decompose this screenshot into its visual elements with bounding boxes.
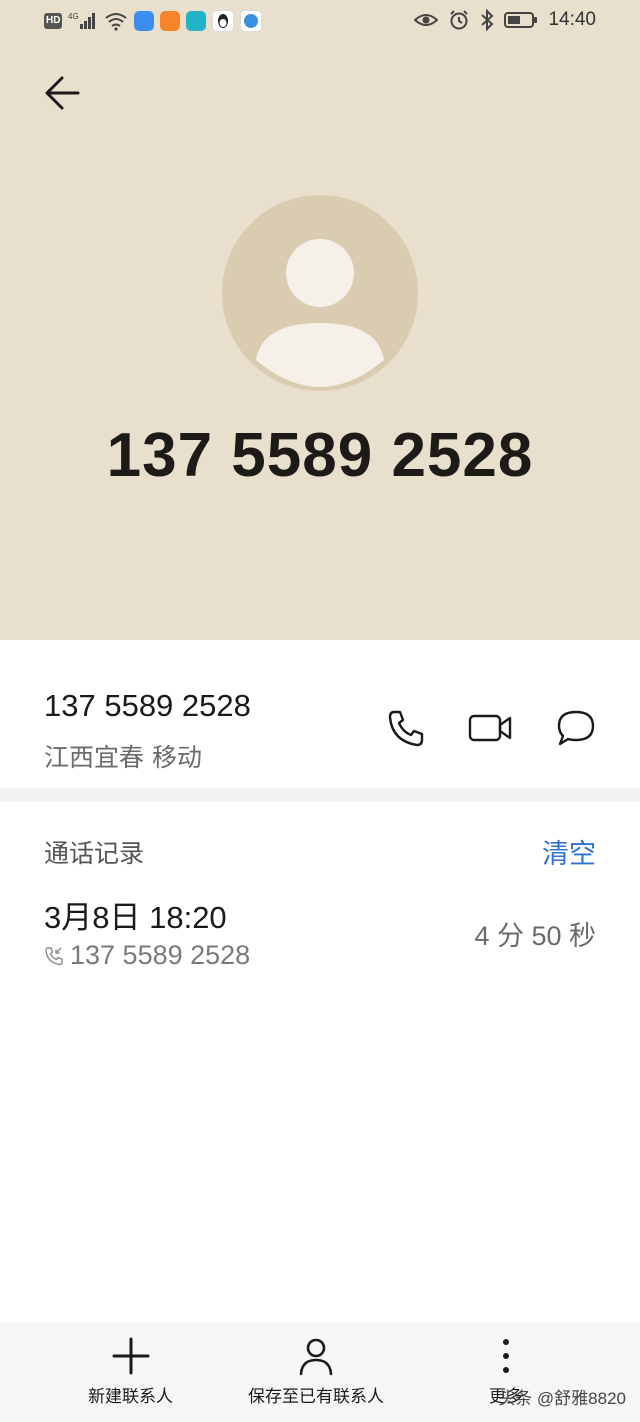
avatar (222, 195, 418, 391)
video-app-icon (160, 11, 181, 31)
call-log-number-row: 137 5589 2528 (44, 940, 250, 971)
status-bar-left: HD 4G (44, 10, 263, 32)
alarm-icon (448, 9, 470, 31)
call-log-title: 通话记录 (44, 839, 145, 868)
eye-icon (414, 11, 439, 29)
qq-app-icon (212, 10, 235, 32)
call-button[interactable] (384, 706, 428, 750)
detail-location: 江西宜春 移动 (44, 743, 202, 772)
status-time: 14:40 (548, 9, 596, 30)
message-button[interactable] (554, 706, 598, 750)
section-divider (0, 788, 640, 802)
save-to-existing-contact-button[interactable]: 保存至已有联系人 (248, 1336, 384, 1407)
more-vertical-icon (503, 1339, 509, 1373)
message-icon (557, 710, 595, 746)
new-contact-label: 新建联系人 (88, 1387, 173, 1407)
contact-header: HD 4G 14:40 137 5589 2528 (0, 0, 640, 640)
save-to-existing-label: 保存至已有联系人 (248, 1387, 384, 1407)
wifi-icon (104, 11, 128, 31)
status-bar: HD 4G 14:40 (0, 0, 640, 44)
call-log-number: 137 5589 2528 (70, 940, 251, 970)
plus-icon (112, 1337, 149, 1375)
call-log-datetime: 3月8日 18:20 (44, 900, 227, 935)
call-log-duration: 4 分 50 秒 (474, 921, 596, 951)
new-contact-button[interactable]: 新建联系人 (88, 1336, 173, 1407)
bluetooth-icon (480, 9, 494, 31)
browser-app-icon (240, 10, 263, 32)
cloud-app-icon (134, 11, 155, 31)
reader-app-icon (186, 11, 207, 31)
arrow-left-icon (45, 76, 80, 110)
back-button[interactable] (40, 70, 86, 116)
status-bar-right: 14:40 (414, 9, 596, 31)
hd-icon: HD (44, 13, 63, 29)
person-icon (299, 1338, 333, 1376)
contact-phone-number: 137 5589 2528 (106, 421, 534, 490)
incoming-call-icon (45, 946, 63, 965)
svg-text:4G: 4G (68, 12, 79, 21)
watermark: 头条 @舒雅8820 (498, 1389, 626, 1408)
phone-icon (388, 710, 424, 747)
video-call-button[interactable] (468, 706, 512, 750)
person-avatar-icon (256, 239, 384, 387)
detail-phone-number[interactable]: 137 5589 2528 (44, 688, 251, 724)
video-call-icon (468, 714, 512, 742)
clear-call-log-button[interactable]: 清空 (542, 832, 596, 871)
4g-signal-icon: 4G (68, 11, 98, 31)
battery-icon (504, 11, 538, 29)
